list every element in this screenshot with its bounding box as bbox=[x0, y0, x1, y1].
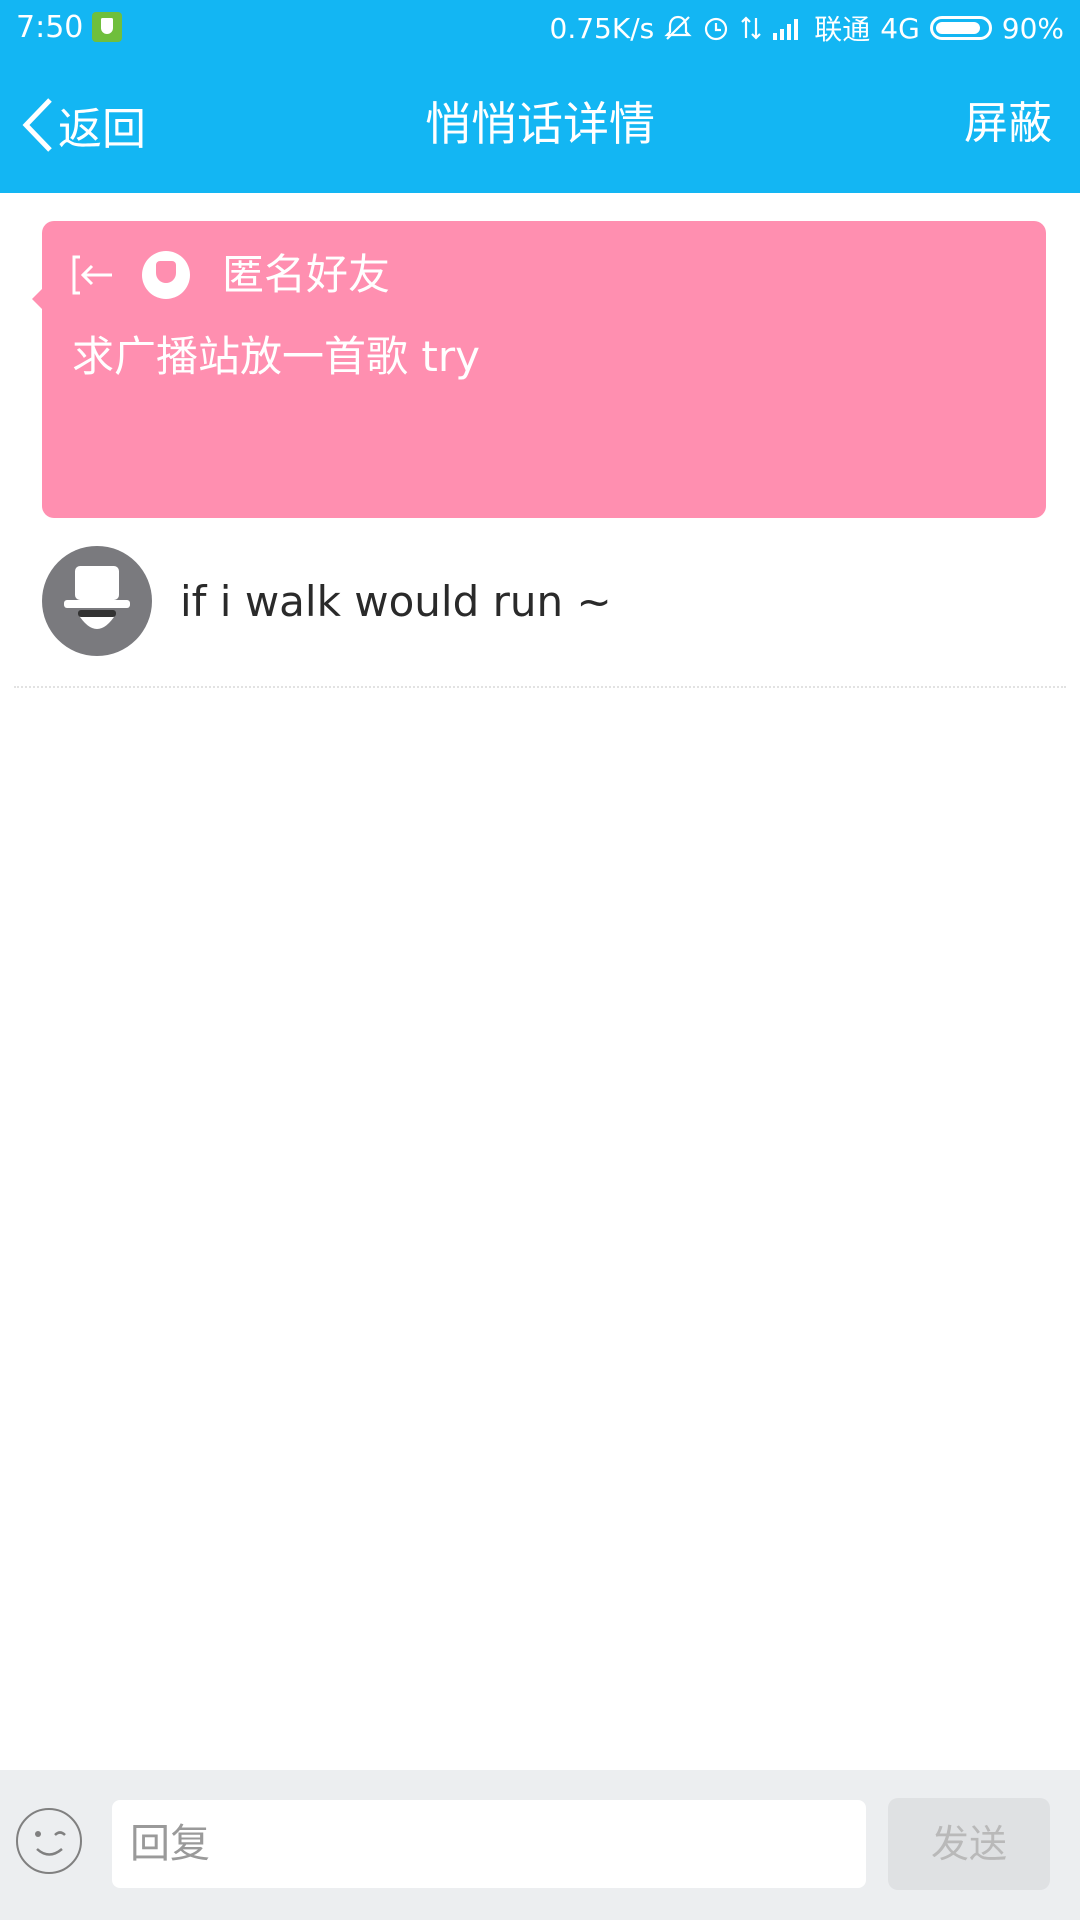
send-button[interactable]: 发送 bbox=[888, 1798, 1050, 1890]
anonymous-avatar[interactable] bbox=[42, 546, 152, 656]
reply-input[interactable] bbox=[112, 1800, 866, 1888]
security-shield-icon bbox=[92, 12, 122, 42]
anonymous-avatar-icon bbox=[142, 251, 190, 299]
net-speed: 0.75K/s bbox=[549, 11, 655, 45]
network-type: 4G bbox=[880, 11, 920, 45]
alarm-icon bbox=[705, 17, 728, 41]
app-header: 7:50 0.75K/s 联通 4G 90% 返回 悄悄话详情 屏蔽 bbox=[0, 0, 1080, 193]
nav-bar: 返回 悄悄话详情 屏蔽 bbox=[0, 56, 1080, 193]
data-transfer-icon bbox=[741, 16, 762, 40]
block-button[interactable]: 屏蔽 bbox=[964, 94, 1052, 154]
status-time: 7:50 bbox=[16, 10, 84, 45]
top-hat-mask-icon bbox=[64, 566, 130, 629]
exit-arrow-icon[interactable] bbox=[68, 251, 116, 299]
battery-percent: 90% bbox=[1001, 11, 1064, 45]
message-card: 匿名好友 求广播站放一首歌 try bbox=[32, 221, 1046, 518]
reply-item: if i walk would run ~ bbox=[0, 540, 1080, 686]
battery-icon bbox=[929, 16, 992, 40]
bell-muted-icon bbox=[664, 15, 692, 40]
status-right: 0.75K/s 联通 4G 90% bbox=[550, 8, 1065, 48]
wink-face-icon bbox=[35, 1831, 66, 1856]
reply-text: if i walk would run ~ bbox=[180, 577, 612, 626]
carrier: 联通 bbox=[814, 13, 871, 46]
emoji-button[interactable] bbox=[16, 1808, 82, 1874]
card-tail bbox=[32, 289, 42, 309]
input-bar: 发送 bbox=[0, 1770, 1080, 1920]
page-title: 悄悄话详情 bbox=[425, 97, 655, 151]
divider bbox=[14, 686, 1066, 688]
message-text: 求广播站放一首歌 try bbox=[72, 332, 480, 381]
sender-name: 匿名好友 bbox=[222, 250, 391, 299]
signal-icon bbox=[773, 19, 799, 40]
status-bar: 7:50 0.75K/s 联通 4G 90% bbox=[0, 0, 1080, 56]
